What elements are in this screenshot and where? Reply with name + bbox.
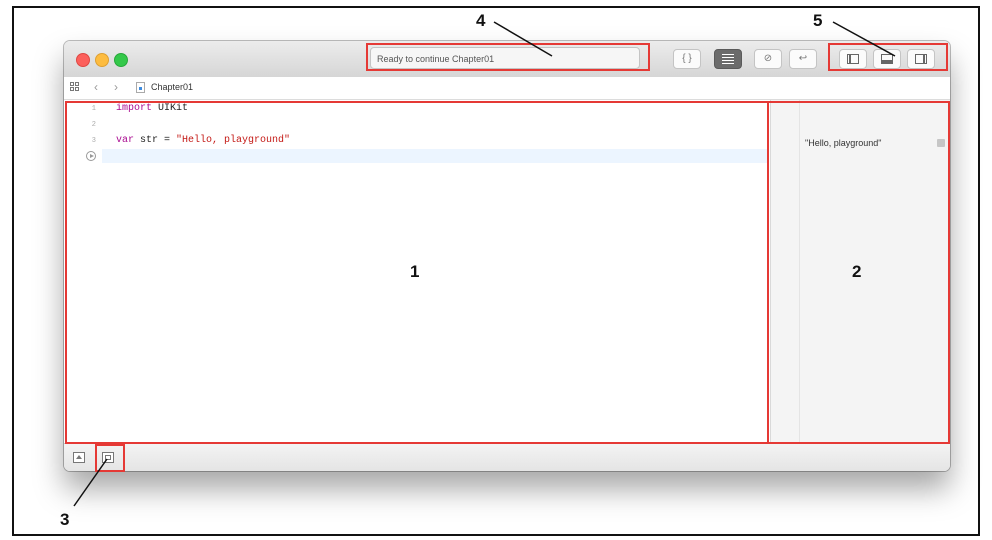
minimize-window-button[interactable] (95, 53, 109, 67)
lines-icon (722, 54, 734, 64)
callout-5: 5 (813, 11, 823, 30)
version-editor-button[interactable]: ↩ (789, 49, 817, 69)
jump-bar: ‹ › Chapter01 (64, 77, 950, 100)
annotation-box-status (366, 43, 650, 71)
annotation-box-view-buttons (828, 43, 948, 71)
bottom-bar (64, 443, 950, 471)
forward-chevron-icon[interactable]: › (114, 80, 118, 94)
related-items-grid-icon[interactable] (70, 82, 80, 92)
annotation-box-bottom-button (95, 444, 125, 472)
show-debug-area-icon[interactable] (73, 452, 85, 463)
jump-bar-file-label[interactable]: Chapter01 (151, 82, 193, 92)
close-window-button[interactable] (76, 53, 90, 67)
callout-1: 1 (410, 262, 420, 281)
assistant-editor-button[interactable]: ⊘ (754, 49, 782, 69)
callout-3: 3 (60, 510, 70, 529)
playground-file-icon (136, 82, 145, 93)
standard-editor-active-button[interactable] (714, 49, 742, 69)
callout-2: 2 (852, 262, 862, 281)
zoom-window-button[interactable] (114, 53, 128, 67)
callout-4: 4 (476, 11, 486, 30)
back-chevron-icon[interactable]: ‹ (94, 80, 98, 94)
standard-editor-button[interactable]: { } (673, 49, 701, 69)
